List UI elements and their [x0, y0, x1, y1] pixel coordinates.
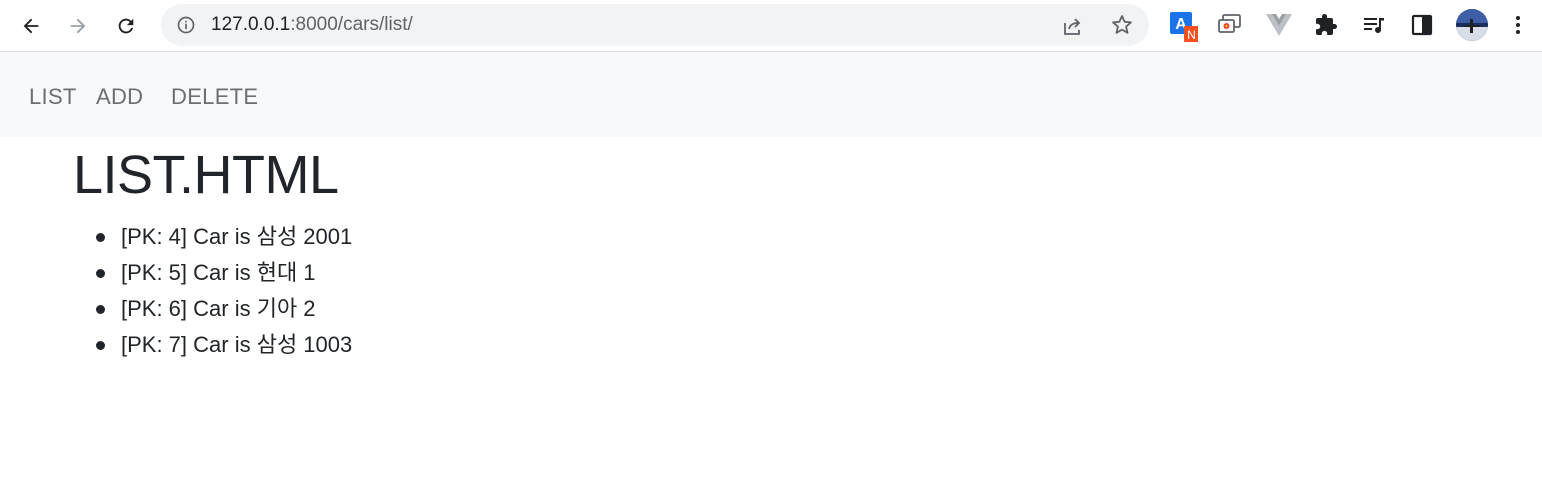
bullet-icon	[96, 233, 105, 242]
car-list: [PK: 4] Car is 삼성 2001 [PK: 5] Car is 현대…	[96, 219, 352, 363]
car-entry-text: [PK: 4] Car is 삼성 2001	[121, 224, 353, 249]
bullet-icon	[96, 269, 105, 278]
reload-button[interactable]	[106, 6, 146, 46]
profile-avatar[interactable]	[1456, 9, 1488, 41]
url-path: :8000/cars/list/	[290, 14, 413, 35]
chrome-menu-icon[interactable]	[1506, 13, 1530, 41]
url-host: 127.0.0.1	[211, 14, 291, 35]
forward-button[interactable]	[58, 6, 98, 46]
list-item: [PK: 5] Car is 현대 1	[96, 255, 352, 291]
car-entry-text: [PK: 6] Car is 기아 2	[121, 296, 316, 321]
list-item: [PK: 4] Car is 삼성 2001	[96, 219, 352, 255]
site-info-icon[interactable]	[175, 14, 197, 36]
nav-link-add[interactable]: ADD	[96, 84, 143, 110]
bookmark-star-icon[interactable]	[1110, 13, 1134, 37]
vue-devtools-icon[interactable]	[1266, 14, 1294, 42]
translate-extension-icon[interactable]: A N	[1170, 12, 1199, 42]
cast-extension-icon[interactable]	[1218, 13, 1246, 41]
back-button[interactable]	[11, 6, 51, 46]
car-entry-text: [PK: 7] Car is 삼성 1003	[121, 332, 353, 357]
bullet-icon	[96, 341, 105, 350]
extension-badge: N	[1187, 28, 1196, 42]
nav-link-delete[interactable]: DELETE	[171, 84, 258, 110]
address-bar[interactable]: 127.0.0.1:8000/cars/list/	[161, 4, 1149, 46]
car-entry-text: [PK: 5] Car is 현대 1	[121, 260, 316, 285]
site-navbar: LIST ADD DELETE	[0, 52, 1542, 137]
list-item: [PK: 6] Car is 기아 2	[96, 291, 352, 327]
bullet-icon	[96, 305, 105, 314]
puzzle-extensions-icon[interactable]	[1314, 13, 1342, 41]
side-panel-icon[interactable]	[1410, 13, 1438, 41]
forward-arrow-icon	[70, 18, 86, 34]
list-item: [PK: 7] Car is 삼성 1003	[96, 327, 352, 363]
reload-icon	[118, 18, 134, 34]
browser-toolbar: 127.0.0.1:8000/cars/list/ A N	[0, 0, 1542, 52]
back-arrow-icon	[23, 18, 39, 34]
nav-link-list[interactable]: LIST	[29, 84, 77, 110]
page-title: LIST.HTML	[73, 145, 339, 205]
media-control-icon[interactable]	[1362, 13, 1390, 41]
url-text[interactable]: 127.0.0.1:8000/cars/list/	[211, 15, 413, 35]
share-icon[interactable]	[1061, 14, 1085, 38]
